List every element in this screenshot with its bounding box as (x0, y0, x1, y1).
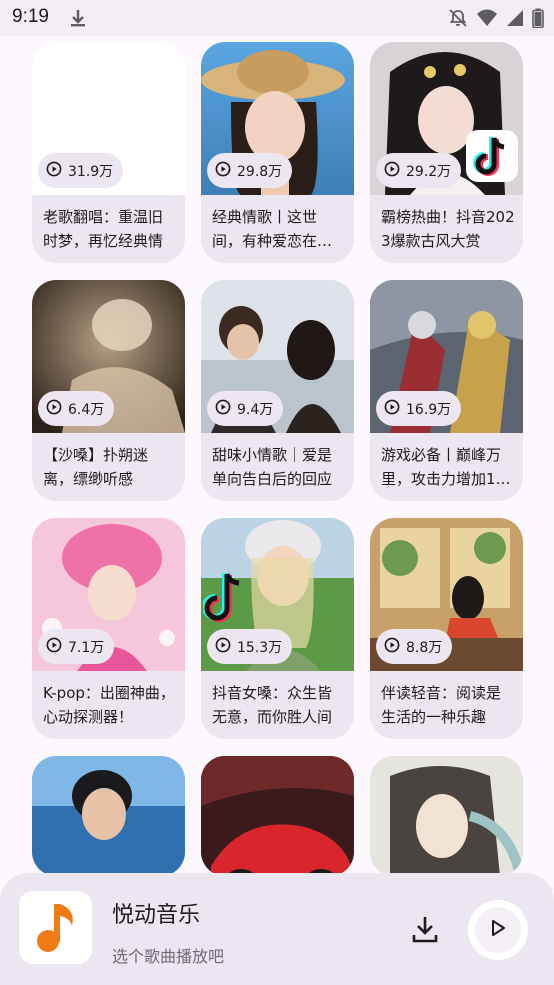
download-icon (68, 8, 88, 32)
playlist-cover (32, 756, 185, 876)
play-count: 29.8万 (237, 163, 283, 180)
play-count-badge: 29.8万 (207, 153, 293, 188)
play-count-badge: 16.9万 (376, 391, 462, 426)
play-count-badge: 8.8万 (376, 629, 453, 664)
play-count: 8.8万 (406, 639, 443, 656)
playlist-title: 经典情歌丨这世间，有种爱恋在… (212, 208, 333, 250)
playlist-card[interactable]: 29.2万 霸榜热曲！抖音2023爆款古风大赏 (370, 42, 523, 263)
playlist-card[interactable]: 9.4万 甜味小情歌｜爱是单向告白后的回应 (201, 280, 354, 501)
status-icons (448, 8, 544, 32)
play-circle-icon (384, 161, 400, 181)
playlist-card[interactable]: 7.1万 K-pop：出圈神曲，心动探测器！ (32, 518, 185, 739)
playlist-card[interactable]: 6.4万 【沙嗓】扑朔迷离，缥缈听感 (32, 280, 185, 501)
play-button[interactable] (468, 900, 528, 960)
status-time: 9:19 (12, 6, 49, 27)
battery-icon (532, 8, 544, 32)
play-count-badge: 6.4万 (38, 391, 115, 426)
play-count-badge: 9.4万 (207, 391, 284, 426)
play-circle-icon (384, 399, 400, 419)
play-count: 31.9万 (68, 163, 114, 180)
play-count: 6.4万 (68, 401, 105, 418)
play-count: 15.3万 (237, 639, 283, 656)
play-circle-icon (46, 399, 62, 419)
play-circle-icon (384, 637, 400, 657)
play-circle-icon (46, 161, 62, 181)
app-logo (19, 891, 92, 964)
play-count-badge: 29.2万 (376, 153, 462, 188)
playlist-title: 【沙嗓】扑朔迷离，缥缈听感 (43, 446, 149, 488)
playlist-title: 抖音女嗓：众生皆无意，而你胜人间 (212, 684, 333, 726)
play-icon (489, 919, 507, 941)
play-count: 7.1万 (68, 639, 105, 656)
playlist-title: 霸榜热曲！抖音2023爆款古风大赏 (381, 208, 515, 250)
play-count: 9.4万 (237, 401, 274, 418)
tiktok-logo-icon (203, 570, 247, 626)
play-circle-icon (215, 399, 231, 419)
tiktok-logo-icon (462, 126, 522, 186)
playlist-card[interactable]: 16.9万 游戏必备丨巅峰万里，攻击力增加1… (370, 280, 523, 501)
play-circle-icon (46, 637, 62, 657)
notifications-off-icon (448, 8, 468, 32)
status-bar: 9:19 (0, 0, 554, 36)
playlist-card[interactable]: 8.8万 伴读轻音：阅读是生活的一种乐趣 (370, 518, 523, 739)
playlist-cover (201, 756, 354, 876)
play-count-badge: 7.1万 (38, 629, 115, 664)
playlist-title: K-pop：出圈神曲，心动探测器！ (43, 684, 175, 726)
playlist-title: 伴读轻音：阅读是生活的一种乐趣 (381, 684, 502, 726)
playlist-card[interactable]: 15.3万 抖音女嗓：众生皆无意，而你胜人间 (201, 518, 354, 739)
player-title: 悦动音乐 (112, 903, 201, 928)
play-count-badge: 15.3万 (207, 629, 293, 664)
playlist-card[interactable]: 31.9万 老歌翻唱：重温旧时梦，再忆经典情 (32, 42, 185, 263)
playlist-title: 游戏必备丨巅峰万里，攻击力增加1… (381, 446, 511, 488)
playlist-card[interactable] (201, 756, 354, 876)
music-note-icon (32, 898, 80, 958)
play-circle-icon (215, 637, 231, 657)
download-button[interactable] (408, 911, 442, 947)
playlist-title: 老歌翻唱：重温旧时梦，再忆经典情 (43, 208, 164, 250)
playlist-card[interactable] (370, 756, 523, 876)
play-circle-icon (215, 161, 231, 181)
playlist-cover (370, 756, 523, 876)
play-count: 16.9万 (406, 401, 452, 418)
playlist-card[interactable]: 29.8万 经典情歌丨这世间，有种爱恋在… (201, 42, 354, 263)
play-count-badge: 31.9万 (38, 153, 124, 188)
signal-icon (506, 9, 524, 31)
playlist-card[interactable] (32, 756, 185, 876)
playlist-title: 甜味小情歌｜爱是单向告白后的回应 (212, 446, 333, 488)
play-count: 29.2万 (406, 163, 452, 180)
playlist-grid: 31.9万 老歌翻唱：重温旧时梦，再忆经典情 29.8万 经典情歌丨这世间，有种… (32, 42, 524, 876)
player-subtitle: 选个歌曲播放吧 (112, 947, 225, 966)
play-button-inner (475, 907, 521, 953)
wifi-icon (476, 9, 498, 31)
